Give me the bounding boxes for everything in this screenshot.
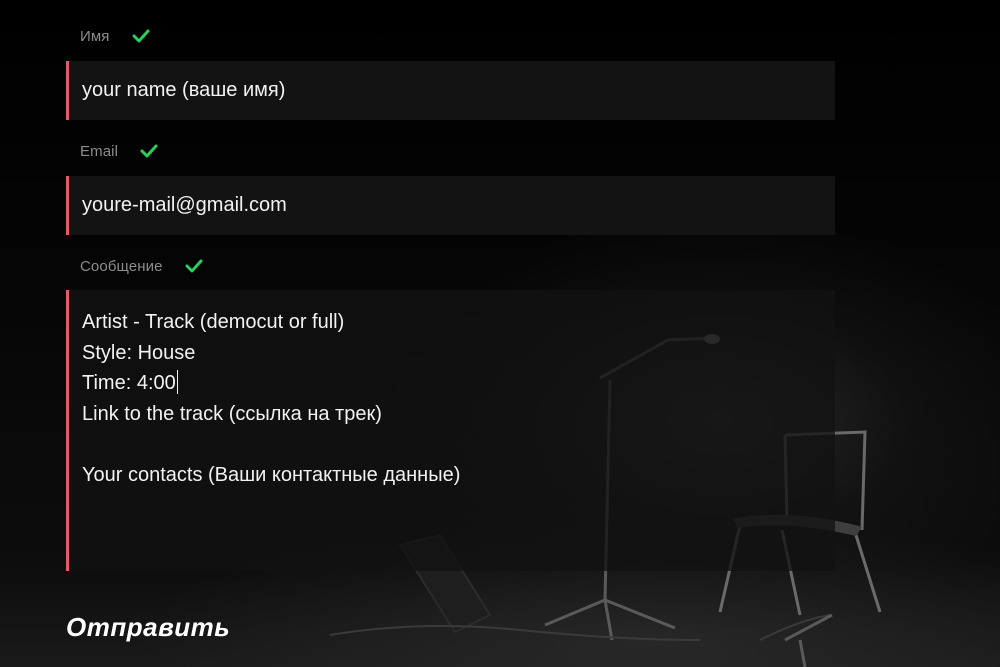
message-line: Time: 4:00 [82,372,176,394]
email-input[interactable]: youre-mail@gmail.com [66,176,835,235]
name-label-row: Имя [80,26,150,46]
message-label-row: Сообщение [80,256,203,276]
text-caret [176,370,178,394]
message-line: Artist - Track (democut or full) [82,311,345,333]
email-input-value: youre-mail@gmail.com [82,194,287,216]
message-label: Сообщение [80,257,163,275]
check-icon [140,144,158,158]
name-input[interactable]: your name (ваше имя) [66,61,835,120]
check-icon [132,29,150,43]
floor-microphone-icon [784,613,833,667]
message-textarea[interactable]: Artist - Track (democut or full) Style: … [66,290,835,571]
submit-button[interactable]: Отправить [66,612,230,643]
email-label-row: Email [80,141,158,161]
message-line: Your contacts (Ваши контактные данные) [82,463,461,486]
message-line: Link to the track (ссылка на трек) [82,402,382,425]
message-line-with-caret: Time: 4:00 [82,368,835,399]
name-label: Имя [80,27,110,45]
message-line [82,429,835,460]
cable-icon [329,614,831,641]
message-line: Style: House [82,341,196,364]
check-icon [185,259,203,273]
email-label: Email [80,142,119,160]
name-input-value: your name (ваше имя) [82,79,286,101]
